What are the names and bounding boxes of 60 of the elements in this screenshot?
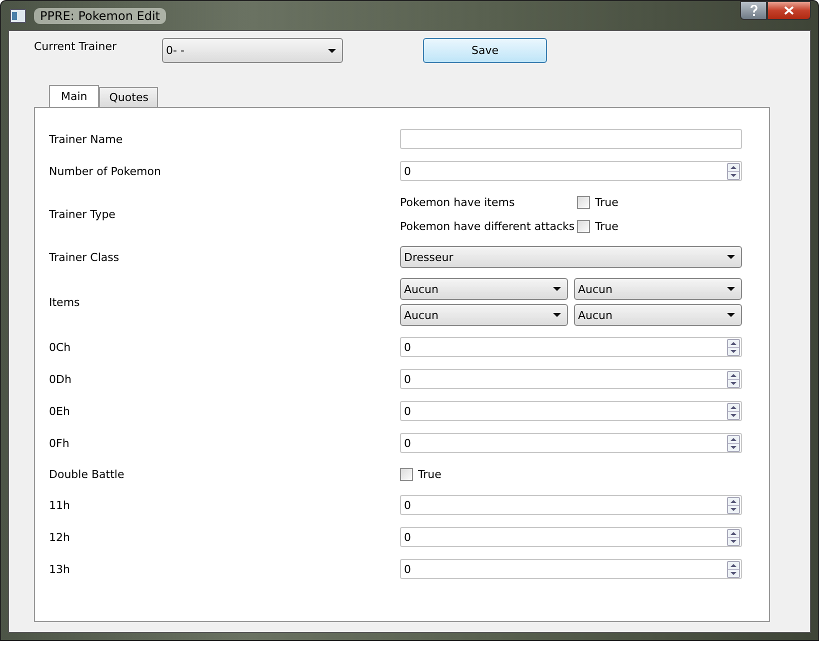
spin-arrows-icon[interactable] bbox=[727, 528, 740, 546]
spin-box[interactable]: 0 bbox=[400, 495, 742, 515]
save-button[interactable]: Save bbox=[423, 38, 547, 63]
spin-arrows-icon[interactable] bbox=[727, 560, 740, 578]
field-label: 12h bbox=[49, 530, 71, 544]
spin-arrows-icon[interactable] bbox=[727, 338, 740, 356]
option-label: Pokemon have different attacks bbox=[400, 220, 576, 232]
spin-arrows-icon[interactable] bbox=[727, 434, 740, 452]
close-icon bbox=[784, 6, 794, 15]
dropdown-arrow-icon bbox=[727, 313, 735, 317]
dropdown[interactable]: Dresseur bbox=[400, 246, 742, 268]
text-field[interactable] bbox=[400, 129, 742, 149]
dropdown[interactable]: Aucun bbox=[574, 304, 742, 326]
field-label: Items bbox=[49, 296, 81, 308]
checkbox-label: True bbox=[595, 196, 618, 208]
dropdown-arrow-icon bbox=[727, 255, 735, 259]
close-button[interactable] bbox=[767, 1, 811, 20]
field-label: 11h bbox=[49, 498, 71, 512]
spin-arrows-icon[interactable] bbox=[727, 402, 740, 420]
spin-arrows-icon[interactable] bbox=[727, 370, 740, 388]
dropdown-arrow-icon bbox=[727, 287, 735, 291]
field-label: 0Dh bbox=[49, 372, 72, 386]
tab[interactable]: Main bbox=[49, 85, 100, 107]
dropdown[interactable]: Aucun bbox=[400, 304, 568, 326]
checkbox-label: True bbox=[418, 468, 442, 480]
help-button[interactable] bbox=[740, 1, 767, 20]
field-label: 0Eh bbox=[49, 404, 71, 418]
checkbox[interactable] bbox=[577, 220, 590, 232]
field-label: 0Ch bbox=[49, 340, 72, 354]
field-label: Number of Pokemon bbox=[49, 164, 162, 178]
spin-box[interactable]: 0 bbox=[400, 337, 742, 357]
help-icon bbox=[750, 5, 758, 16]
spin-box[interactable]: 0 bbox=[400, 559, 742, 579]
field-label: 0Fh bbox=[49, 436, 70, 450]
dropdown-arrow-icon bbox=[553, 313, 561, 317]
spin-arrows-icon[interactable] bbox=[727, 496, 740, 514]
spin-box[interactable]: 0 bbox=[400, 161, 742, 181]
field-label: Double Battle bbox=[49, 468, 126, 480]
spin-box[interactable]: 0 bbox=[400, 369, 742, 389]
field-label: Trainer Class bbox=[49, 250, 120, 264]
tab[interactable]: Quotes bbox=[99, 87, 158, 107]
window-title: PPRE: Pokemon Edit bbox=[34, 8, 166, 24]
checkbox-label: True bbox=[595, 220, 618, 232]
checkbox[interactable] bbox=[577, 196, 590, 208]
option-label: Pokemon have items bbox=[400, 196, 516, 208]
spin-box[interactable]: 0 bbox=[400, 401, 742, 421]
spin-arrows-icon[interactable] bbox=[727, 162, 740, 180]
dropdown[interactable]: Aucun bbox=[574, 278, 742, 300]
field-label: Trainer Name bbox=[49, 132, 124, 146]
dropdown[interactable]: Aucun bbox=[400, 278, 568, 300]
spin-box[interactable]: 0 bbox=[400, 527, 742, 547]
field-label: Trainer Type bbox=[49, 208, 116, 220]
field-label: 13h bbox=[49, 562, 71, 576]
dropdown-arrow-icon bbox=[328, 48, 336, 52]
dropdown-arrow-icon bbox=[553, 287, 561, 291]
checkbox[interactable] bbox=[400, 468, 413, 480]
app-icon bbox=[10, 8, 26, 22]
spin-box[interactable]: 0 bbox=[400, 433, 742, 453]
current-trainer-label: Current Trainer bbox=[34, 39, 118, 53]
trainer-dropdown[interactable]: 0- - bbox=[162, 38, 343, 63]
